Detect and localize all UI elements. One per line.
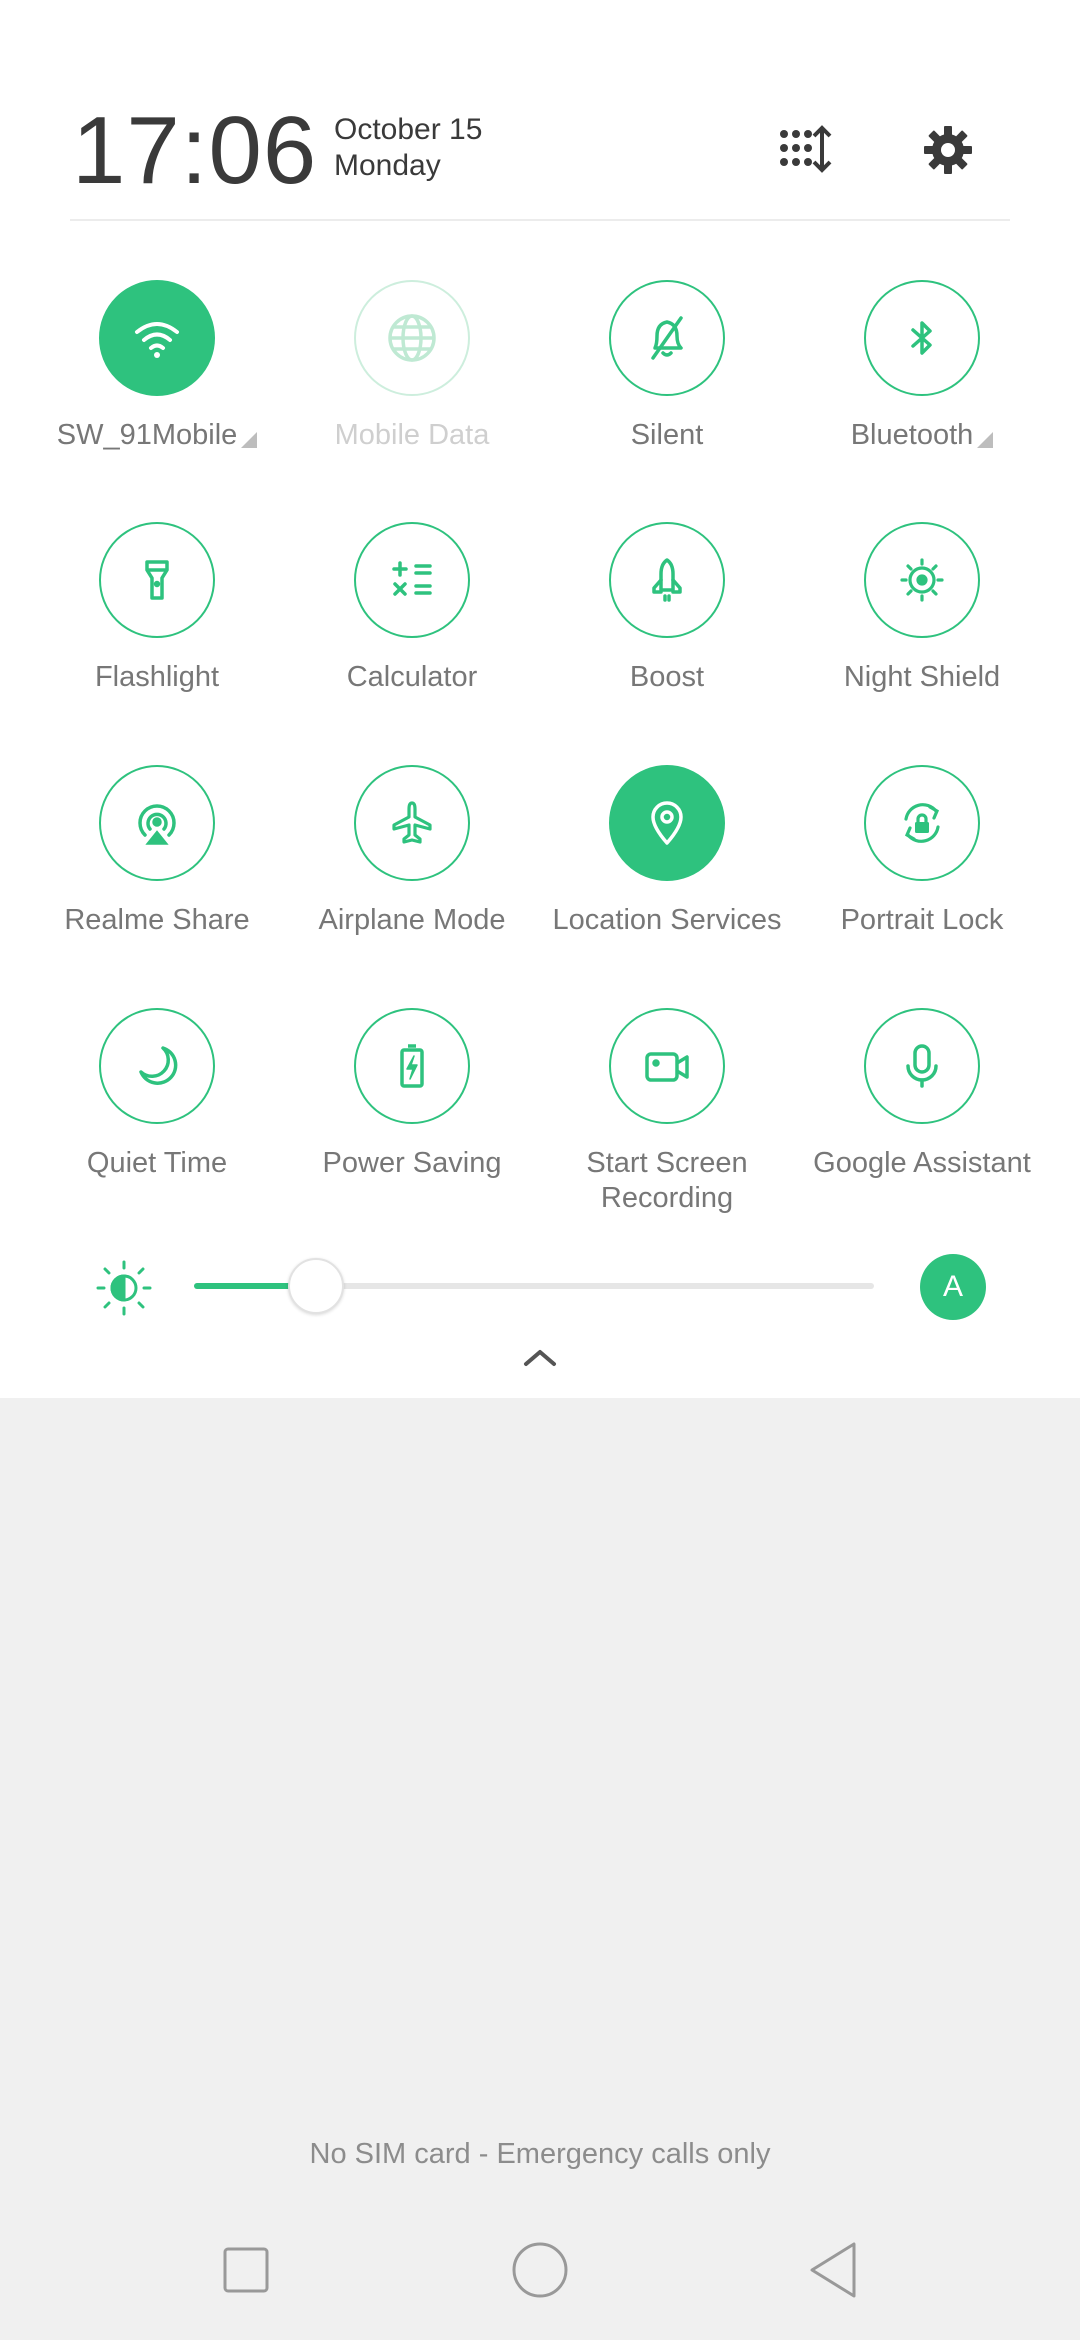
share-target-icon	[138, 804, 176, 845]
location-pin-icon	[651, 801, 683, 845]
bell-slash-icon	[651, 316, 683, 360]
battery-bolt-icon	[400, 1044, 424, 1088]
triangle-back-icon	[810, 2242, 856, 2298]
square-recents-icon	[223, 2247, 269, 2293]
tile-mobile-data-toggle[interactable]	[354, 280, 470, 396]
tile-screen-recording-toggle[interactable]	[609, 1008, 725, 1124]
tile-boost-toggle[interactable]	[609, 522, 725, 638]
tile-wifi-label: SW_91Mobile	[32, 418, 282, 453]
airplane-icon	[392, 801, 432, 844]
tile-wifi[interactable]: SW_91Mobile	[32, 280, 282, 453]
date-text: October 15	[334, 113, 483, 146]
expand-triangle-icon	[977, 432, 994, 448]
flashlight-icon	[145, 560, 169, 600]
day-text: Monday	[334, 149, 441, 182]
tile-location-services-toggle[interactable]	[609, 765, 725, 881]
gear-icon	[924, 126, 972, 174]
tile-bluetooth[interactable]: Bluetooth	[797, 280, 1047, 453]
chevron-up-icon	[524, 1350, 556, 1366]
expand-triangle-icon	[241, 432, 258, 448]
tile-silent-label: Silent	[630, 419, 704, 451]
tile-quiet-time-label: Quiet Time	[86, 1147, 228, 1179]
globe-icon	[388, 314, 436, 362]
tile-silent[interactable]: Silent	[542, 280, 792, 453]
tile-flashlight-label: Flashlight	[94, 661, 220, 693]
rocket-icon	[652, 558, 682, 602]
tile-screen-recording-label: Start Screen Recording	[586, 1147, 748, 1214]
tile-portrait-lock-label: Portrait Lock	[840, 904, 1004, 936]
eye-sun-icon	[900, 558, 944, 602]
tile-realme-share[interactable]: Realme Share	[32, 765, 282, 938]
wifi-icon	[135, 322, 179, 358]
edit-tiles-button[interactable]	[774, 120, 834, 180]
tile-flashlight[interactable]: Flashlight	[32, 522, 282, 695]
tile-silent-toggle[interactable]	[609, 280, 725, 396]
grid-sort-icon	[780, 125, 832, 173]
brightness-icon	[94, 1258, 154, 1318]
header-divider	[70, 219, 1010, 221]
tile-night-shield-label: Night Shield	[843, 661, 1001, 693]
recents-button[interactable]	[206, 2235, 286, 2305]
tile-calculator[interactable]: Calculator	[287, 522, 537, 695]
tile-flashlight-toggle[interactable]	[99, 522, 215, 638]
tile-bluetooth-label: Bluetooth	[797, 418, 1047, 453]
tile-portrait-lock-toggle[interactable]	[864, 765, 980, 881]
tile-power-saving-label: Power Saving	[322, 1147, 502, 1179]
video-camera-icon	[645, 1052, 689, 1082]
tile-quiet-time[interactable]: Quiet Time	[32, 1008, 282, 1181]
auto-brightness-button[interactable]: A	[920, 1254, 986, 1320]
tile-boost[interactable]: Boost	[542, 522, 792, 695]
tile-realme-share-label: Realme Share	[64, 904, 250, 936]
home-button[interactable]	[500, 2235, 580, 2305]
moon-icon	[139, 1046, 178, 1085]
quick-settings-panel: 17:06 October 15 Monday SW_91Mobile Mobi…	[0, 0, 1080, 1398]
tile-calculator-toggle[interactable]	[354, 522, 470, 638]
tile-power-saving[interactable]: Power Saving	[287, 1008, 537, 1181]
tile-wifi-toggle[interactable]	[99, 280, 215, 396]
tile-location-services[interactable]: Location Services	[542, 765, 792, 938]
tile-airplane-mode-label: Airplane Mode	[318, 904, 506, 936]
tile-quiet-time-toggle[interactable]	[99, 1008, 215, 1124]
tile-google-assistant-toggle[interactable]	[864, 1008, 980, 1124]
rotation-lock-icon	[904, 803, 940, 843]
date-block: October 15 Monday	[334, 112, 482, 184]
back-button[interactable]	[794, 2235, 874, 2305]
settings-button[interactable]	[918, 120, 978, 180]
tile-screen-recording[interactable]: Start Screen Recording	[542, 1008, 792, 1216]
tile-night-shield-toggle[interactable]	[864, 522, 980, 638]
clock: 17:06	[72, 97, 318, 204]
tile-airplane-mode-toggle[interactable]	[354, 765, 470, 881]
tile-location-services-label: Location Services	[552, 904, 782, 936]
tile-portrait-lock[interactable]: Portrait Lock	[797, 765, 1047, 938]
tile-calculator-label: Calculator	[346, 661, 478, 693]
tile-bluetooth-toggle[interactable]	[864, 280, 980, 396]
calculator-icon	[392, 561, 432, 596]
microphone-icon	[906, 1044, 938, 1088]
brightness-slider-thumb[interactable]	[288, 1258, 345, 1314]
bluetooth-icon	[911, 321, 932, 355]
circle-home-icon	[512, 2242, 568, 2298]
tile-boost-label: Boost	[629, 661, 705, 693]
sim-status-text: No SIM card - Emergency calls only	[309, 2138, 771, 2170]
tile-google-assistant[interactable]: Google Assistant	[797, 1008, 1047, 1181]
tile-mobile-data-label: Mobile Data	[334, 419, 490, 451]
tile-mobile-data[interactable]: Mobile Data	[287, 280, 537, 453]
tile-power-saving-toggle[interactable]	[354, 1008, 470, 1124]
tile-airplane-mode[interactable]: Airplane Mode	[287, 765, 537, 938]
tile-realme-share-toggle[interactable]	[99, 765, 215, 881]
collapse-panel-button[interactable]	[510, 1340, 570, 1376]
tile-google-assistant-label: Google Assistant	[813, 1147, 1031, 1179]
tile-night-shield[interactable]: Night Shield	[797, 522, 1047, 695]
